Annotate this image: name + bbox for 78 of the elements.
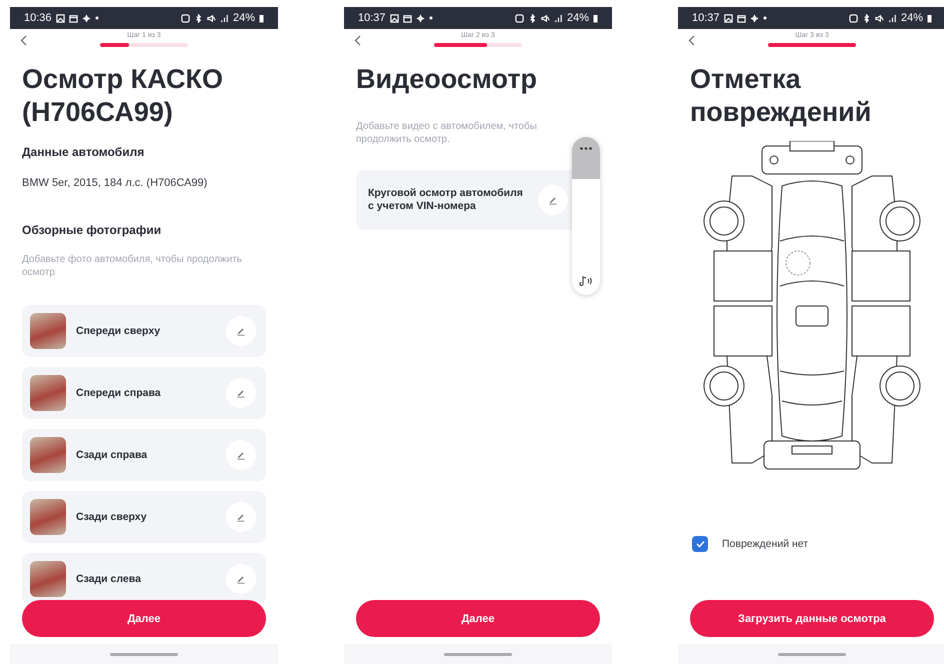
checkbox[interactable] — [692, 536, 708, 552]
battery-level: 24% — [566, 12, 589, 24]
more-button[interactable] — [572, 137, 600, 179]
signal-icon — [554, 14, 563, 22]
checkbox-label: Повреждений нет — [722, 538, 808, 550]
image-icon — [390, 14, 399, 22]
battery-level: 24% — [900, 12, 923, 24]
primary-button[interactable]: Далее — [356, 600, 600, 637]
signal-icon — [220, 14, 229, 22]
screen-title: Отметка повреждений — [690, 63, 872, 129]
edit-button[interactable] — [538, 185, 568, 215]
section-heading: Данные автомобиля — [22, 145, 146, 159]
edit-button[interactable] — [226, 564, 256, 594]
bluetooth-icon — [528, 14, 537, 22]
mute-icon — [540, 14, 550, 22]
battery-icon — [259, 14, 264, 22]
chevron-left-icon — [20, 35, 27, 46]
back-button[interactable] — [352, 33, 363, 48]
bluetooth-icon — [194, 14, 203, 22]
photo-label: Сзади слева — [76, 572, 142, 586]
photo-card[interactable]: Сзади справа — [22, 429, 266, 481]
mute-icon — [206, 14, 216, 22]
image-icon — [56, 14, 65, 22]
photo-placeholder — [30, 375, 66, 411]
screen-title: Видеоосмотр — [356, 63, 538, 96]
photo-label: Сзади сверху — [76, 510, 148, 524]
photo-placeholder — [30, 313, 66, 349]
pencil-icon — [548, 195, 558, 205]
calendar-icon — [736, 14, 746, 22]
mute-icon — [874, 14, 884, 22]
status-time: 10:37 — [358, 12, 386, 24]
photo-card[interactable]: Сзади сверху — [22, 491, 266, 543]
pencil-icon — [236, 326, 246, 336]
dot-icon — [428, 16, 433, 20]
status-time: 10:36 — [24, 12, 52, 24]
primary-button[interactable]: Загрузить данные осмотра — [690, 600, 934, 637]
back-button[interactable] — [686, 33, 697, 48]
primary-button[interactable]: Далее — [22, 600, 266, 637]
pencil-icon — [236, 450, 246, 460]
pencil-icon — [236, 512, 246, 522]
chevron-left-icon — [354, 35, 361, 46]
battery-icon — [927, 14, 932, 22]
section-heading: Обзорные фотографии — [22, 223, 162, 237]
screen-title: Осмотр КАСКО (Н706СА99) — [22, 63, 224, 129]
calendar-icon — [68, 14, 78, 22]
photo-placeholder — [30, 561, 66, 597]
dot-icon — [762, 16, 767, 20]
edit-button[interactable] — [226, 316, 256, 346]
battery-level: 24% — [232, 12, 255, 24]
signal-icon — [888, 14, 897, 22]
back-button[interactable] — [18, 33, 29, 48]
photo-placeholder — [30, 499, 66, 535]
photo-card[interactable]: Сзади слева — [22, 553, 266, 605]
hint-text: Добавьте видео с автомобилем, чтобы продолжить осмотр. — [356, 120, 538, 146]
calendar-icon — [402, 14, 412, 22]
video-label: Круговой осмотр автомобиля с учетом VIN-номера — [368, 187, 524, 213]
hint-text: Добавьте фото автомобиля, чтобы продолжить осмотр — [22, 253, 243, 279]
chevron-left-icon — [688, 35, 695, 46]
edit-button[interactable] — [226, 440, 256, 470]
photo-label: Спереди справа — [76, 386, 162, 400]
bluetooth-icon — [862, 14, 871, 22]
photo-card[interactable]: Спереди справа — [22, 367, 266, 419]
edit-button[interactable] — [226, 378, 256, 408]
image-icon — [724, 14, 733, 22]
check-icon — [696, 540, 704, 548]
dot-icon — [94, 16, 99, 20]
pencil-icon — [236, 388, 246, 398]
photo-label: Сзади справа — [76, 448, 148, 462]
car-info: BMW 5er, 2015, 184 л.с. (Н706СА99) — [22, 177, 208, 189]
more-icon — [580, 147, 592, 150]
photo-label: Спереди сверху — [76, 324, 162, 338]
status-time: 10:37 — [692, 12, 720, 24]
edit-button[interactable] — [226, 502, 256, 532]
pencil-icon — [236, 574, 246, 584]
battery-icon — [593, 14, 598, 22]
photo-card[interactable]: Спереди сверху — [22, 305, 266, 357]
music-note-icon[interactable] — [579, 275, 593, 287]
photo-placeholder — [30, 437, 66, 473]
